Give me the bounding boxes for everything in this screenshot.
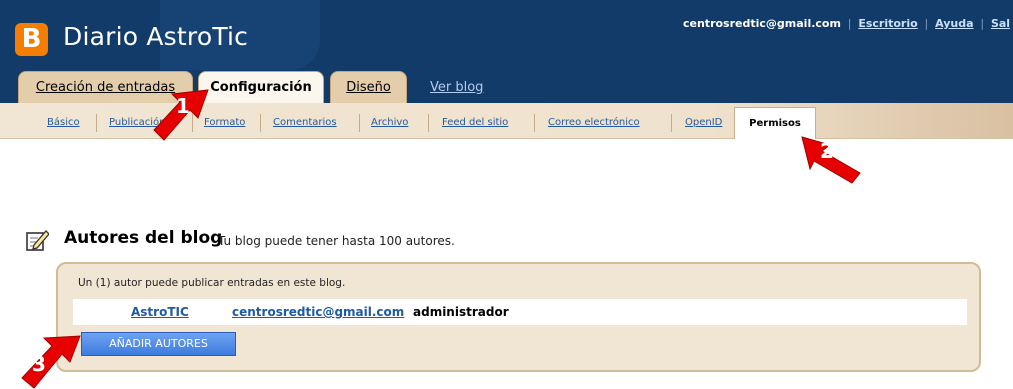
view-blog-link[interactable]: Ver blog [430, 80, 483, 95]
callout-number-3: 3 [32, 352, 46, 376]
edit-note-icon [26, 230, 49, 251]
tab-layout-label: Diseño [346, 80, 391, 95]
divider [671, 114, 672, 132]
separator: | [980, 17, 985, 30]
authors-panel: Un (1) autor puede publicar entradas en … [56, 262, 981, 372]
tab-settings-label: Configuración [210, 80, 312, 95]
callout-number-2: 2 [820, 139, 834, 163]
author-name-link[interactable]: AstroTIC [131, 305, 189, 319]
author-row: AstroTIC centrosredtic@gmail.com adminis… [73, 299, 967, 325]
help-link[interactable]: Ayuda [935, 17, 973, 30]
callout-arrow-1: 1 [150, 88, 210, 143]
add-authors-button[interactable]: AÑADIR AUTORES [81, 332, 236, 356]
blogger-logo-icon: B [15, 23, 48, 56]
callout-arrow-3: 3 [20, 334, 82, 389]
subnav-comments[interactable]: Comentarios [273, 117, 337, 128]
dashboard-link[interactable]: Escritorio [858, 17, 917, 30]
tab-layout[interactable]: Diseño [330, 71, 407, 103]
subnav-email[interactable]: Correo electrónico [548, 117, 640, 128]
divider [534, 114, 535, 132]
divider [260, 114, 261, 132]
callout-arrow-2: 2 [800, 135, 864, 185]
tab-settings[interactable]: Configuración [198, 71, 324, 103]
separator: | [924, 17, 929, 30]
subnav-openid[interactable]: OpenID [685, 117, 722, 128]
subnav-basic[interactable]: Básico [47, 117, 80, 128]
divider [96, 114, 97, 132]
subnav-archive[interactable]: Archivo [371, 117, 408, 128]
account-email: centrosredtic@gmail.com [683, 17, 841, 30]
author-role: administrador [413, 305, 509, 319]
subnav-formatting[interactable]: Formato [204, 117, 245, 128]
subnav-permissions-label: Permisos [749, 118, 801, 129]
subnav-site-feed[interactable]: Feed del sitio [442, 117, 508, 128]
authors-summary: Un (1) autor puede publicar entradas en … [78, 277, 346, 289]
divider [359, 114, 360, 132]
section-description: Tu blog puede tener hasta 100 autores. [218, 234, 455, 248]
section-title: Autores del blog [64, 228, 223, 248]
separator: | [847, 17, 852, 30]
signout-link[interactable]: Sal [991, 17, 1010, 30]
blog-title: Diario AstroTic [63, 22, 249, 51]
account-links: centrosredtic@gmail.com | Escritorio | A… [683, 17, 1010, 30]
callout-number-1: 1 [176, 94, 190, 118]
divider [428, 114, 429, 132]
author-email-link[interactable]: centrosredtic@gmail.com [232, 305, 404, 319]
